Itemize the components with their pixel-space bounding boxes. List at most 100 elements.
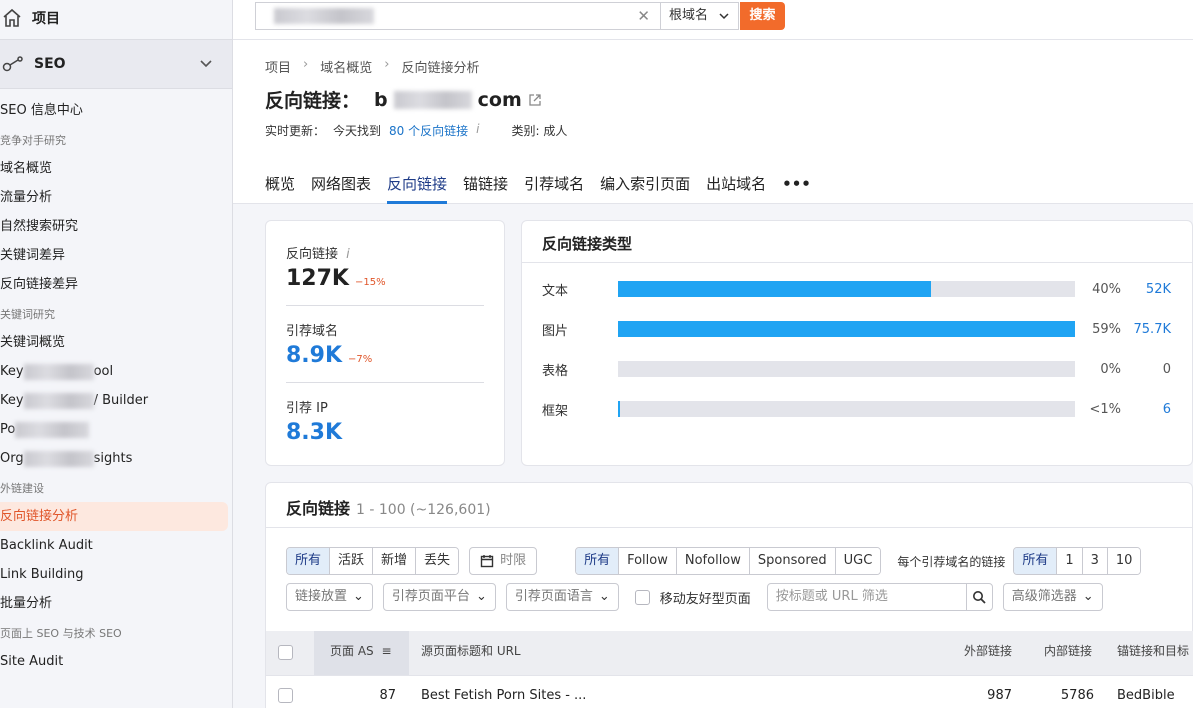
metric-label-text: 引荐 IP xyxy=(286,401,328,416)
tab-item[interactable]: 引荐域名 xyxy=(524,164,584,204)
tab-item[interactable]: 编入索引页面 xyxy=(600,164,690,204)
found-backlinks-link[interactable]: 80 个反向链接 xyxy=(389,122,468,139)
more-tabs-icon[interactable]: ••• xyxy=(782,164,811,204)
metric-value-text: 8.9K xyxy=(286,343,343,368)
follow-filter: 所有 Follow Nofollow Sponsored UGC xyxy=(575,547,882,575)
sidebar-item[interactable]: Link Building xyxy=(0,560,232,589)
per-domain-option[interactable]: 所有 xyxy=(1014,548,1058,574)
row-anchor[interactable]: BedBible xyxy=(1117,676,1175,708)
per-domain-option[interactable]: 1 xyxy=(1057,548,1083,574)
title-domain-end: com xyxy=(477,88,522,111)
root-domain-select[interactable]: 根域名 xyxy=(661,2,739,30)
sort-icon[interactable]: ≡ xyxy=(381,644,391,658)
metric-value[interactable]: 8.3K xyxy=(286,420,484,445)
url-filter-input[interactable]: 按标题或 URL 筛选 xyxy=(766,583,993,611)
info-icon[interactable]: i xyxy=(346,247,350,262)
link-type-bar-fill xyxy=(618,281,932,297)
tab-item[interactable]: 反向链接 xyxy=(387,164,448,204)
follow-filter-option[interactable]: Follow xyxy=(619,548,677,574)
clear-icon[interactable]: ✕ xyxy=(637,7,650,25)
sidebar-item[interactable]: 自然搜索研究 xyxy=(0,212,232,241)
tab-item[interactable]: 出站域名 xyxy=(706,164,766,204)
sidebar-projects[interactable]: 项目 xyxy=(0,0,232,36)
link-type-count[interactable]: 75.7K xyxy=(1121,322,1171,337)
link-type-count[interactable]: 6 xyxy=(1121,402,1171,417)
col-source[interactable]: 源页面标题和 URL xyxy=(421,631,521,675)
table-row[interactable]: 87 Best Fetish Porn Sites - ... 987 5786… xyxy=(266,675,1193,708)
sidebar-item[interactable]: 反向链接分析 xyxy=(0,502,228,531)
col-anchor[interactable]: 锚链接和目标 U xyxy=(1117,631,1193,675)
status-filter-option[interactable]: 活跃 xyxy=(330,548,374,574)
mobile-friendly-label: 移动友好型页面 xyxy=(659,591,751,607)
row-checkbox[interactable] xyxy=(278,688,293,703)
period-button[interactable]: 时限 xyxy=(469,547,538,575)
sidebar-item[interactable]: Po xyxy=(0,415,232,444)
row-source-title[interactable]: Best Fetish Porn Sites - ... xyxy=(421,676,586,708)
tab-item[interactable]: 网络图表 xyxy=(311,164,371,204)
sidebar-item-label: Site Audit xyxy=(0,654,64,669)
follow-filter-option[interactable]: 所有 xyxy=(576,548,620,574)
per-domain-option[interactable]: 10 xyxy=(1107,548,1141,574)
sidebar-item[interactable]: 关键词差异 xyxy=(0,241,232,270)
tab-item[interactable]: 概览 xyxy=(265,164,295,204)
link-placement-dropdown[interactable]: 链接放置 ⌄ xyxy=(286,583,373,611)
sidebar-item[interactable]: SEO 信息中心 xyxy=(0,96,232,125)
col-page-as[interactable]: 页面 AS ≡ xyxy=(314,631,409,675)
per-domain-option[interactable]: 3 xyxy=(1082,548,1108,574)
sidebar-item[interactable]: 反向链接差异 xyxy=(0,270,232,299)
col-external-links[interactable]: 外部链接 xyxy=(964,631,1012,675)
sidebar-item[interactable]: 域名概览 xyxy=(0,154,232,183)
link-type-row: 表格 0% 0 xyxy=(542,359,1182,379)
sidebar-group-label: 页面上 SEO 与技术 SEO xyxy=(0,618,232,647)
language-dropdown[interactable]: 引荐页面语言 ⌄ xyxy=(505,583,619,611)
status-filter-option[interactable]: 丢失 xyxy=(416,548,459,574)
status-filter-option[interactable]: 新增 xyxy=(373,548,417,574)
sidebar-item[interactable]: 流量分析 xyxy=(0,183,232,212)
external-link-icon[interactable] xyxy=(528,93,542,107)
platform-dropdown[interactable]: 引荐页面平台 ⌄ xyxy=(382,583,496,611)
platform-label: 引荐页面平台 xyxy=(391,589,470,604)
metric-value[interactable]: 127K −15% xyxy=(286,266,484,291)
metric-value-text: 127K xyxy=(286,266,349,291)
sidebar-item[interactable]: Site Audit xyxy=(0,647,232,676)
metric-label-text: 引荐域名 xyxy=(286,324,339,339)
sidebar-seo-section[interactable]: SEO xyxy=(0,39,232,89)
metric-value[interactable]: 8.9K −7% xyxy=(286,343,484,368)
tab-item[interactable]: 锚链接 xyxy=(463,164,508,204)
col-internal-links[interactable]: 内部链接 xyxy=(1044,631,1092,675)
sidebar-item-label: Key xyxy=(0,393,24,408)
follow-filter-option[interactable]: Sponsored xyxy=(749,548,836,574)
domain-search-input[interactable]: ✕ xyxy=(255,2,661,30)
status-filter-option[interactable]: 所有 xyxy=(287,548,331,574)
metric-delta: −15% xyxy=(354,277,386,288)
sidebar-item[interactable]: 关键词概览 xyxy=(0,328,232,357)
page-title: 反向链接： b com xyxy=(265,86,542,113)
search-icon[interactable] xyxy=(965,584,992,610)
mobile-friendly-checkbox[interactable] xyxy=(634,589,650,605)
breadcrumb-projects[interactable]: 项目 xyxy=(265,57,291,76)
sidebar-item[interactable]: Org sights xyxy=(0,444,232,473)
sidebar-item[interactable]: 批量分析 xyxy=(0,589,232,618)
sidebar-item-label: 反向链接分析 xyxy=(0,509,79,524)
per-domain-label: 每个引荐域名的链接 xyxy=(897,554,1006,569)
link-type-count: 0 xyxy=(1162,361,1171,377)
sidebar-item-label: 关键词研究 xyxy=(0,308,55,321)
follow-filter-option[interactable]: UGC xyxy=(835,548,881,574)
sidebar-item[interactable]: Key ool xyxy=(0,357,232,386)
sidebar-item[interactable]: Backlink Audit xyxy=(0,531,232,560)
advanced-filters-dropdown[interactable]: 高级筛选器 ⌄ xyxy=(1002,583,1103,611)
select-all-checkbox[interactable] xyxy=(278,645,293,660)
row-page-as: 87 xyxy=(379,688,396,703)
search-button[interactable]: 搜索 xyxy=(740,2,785,30)
chevron-down-icon[interactable] xyxy=(199,56,213,70)
follow-filter-option[interactable]: Nofollow xyxy=(676,548,750,574)
url-filter-placeholder: 按标题或 URL 筛选 xyxy=(775,589,888,604)
backlinks-title: 反向链接 xyxy=(286,499,351,518)
info-icon[interactable]: i xyxy=(476,122,479,139)
sidebar-nav-list: SEO 信息中心 竞争对手研究 域名概览 流量分析 自然搜索研究 关键词差异 反向链接差异关… xyxy=(0,96,232,676)
breadcrumb-domain-overview[interactable]: 域名概览 xyxy=(320,57,372,76)
sidebar-item-suffix: / Builder xyxy=(93,393,149,408)
sidebar-item-label: SEO 信息中心 xyxy=(0,103,83,118)
sidebar-item[interactable]: Key / Builder xyxy=(0,386,232,415)
link-type-count[interactable]: 52K xyxy=(1121,282,1171,297)
